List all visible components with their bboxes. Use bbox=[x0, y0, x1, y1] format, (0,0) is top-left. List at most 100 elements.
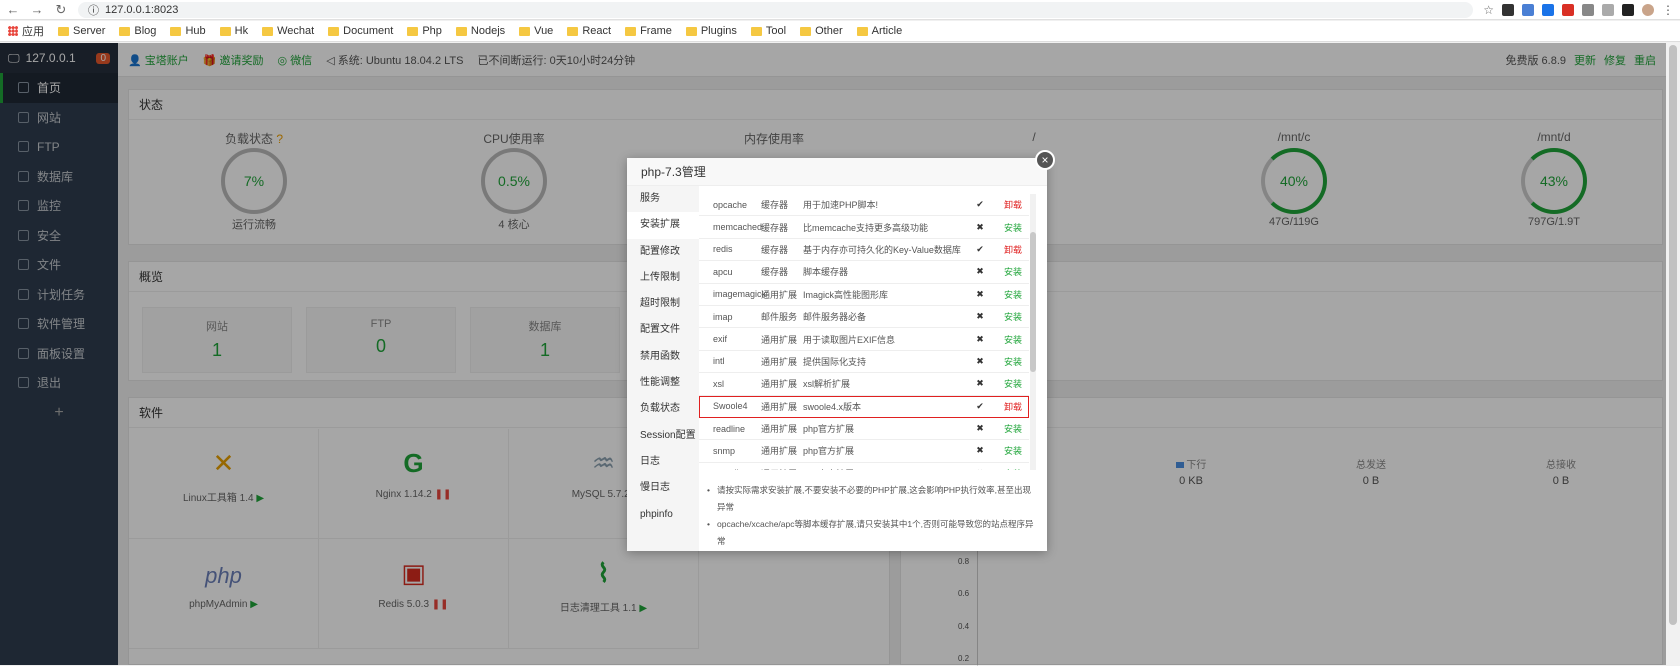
page-scrollbar[interactable] bbox=[1666, 43, 1680, 665]
folder-icon bbox=[262, 26, 274, 36]
cross-icon: ✖ bbox=[976, 378, 984, 389]
install-button[interactable]: 安装 bbox=[997, 422, 1029, 435]
bookmark-folder[interactable]: Other bbox=[800, 25, 843, 37]
menu-item-service[interactable]: 服务 bbox=[627, 186, 699, 212]
bookmark-folder[interactable]: Hub bbox=[170, 25, 206, 37]
install-button[interactable]: 安装 bbox=[997, 467, 1029, 470]
bookmark-folder[interactable]: Wechat bbox=[262, 25, 314, 37]
menu-item-phpinfo[interactable]: phpinfo bbox=[627, 502, 699, 528]
ext-type: 缓存器 bbox=[761, 200, 789, 211]
folder-icon bbox=[800, 26, 812, 36]
dialog-notes: 请按实际需求安装扩展,不要安装不必要的PHP扩展,这会影响PHP执行效率,甚至出… bbox=[707, 482, 1037, 550]
bookmark-folder[interactable]: Php bbox=[407, 25, 442, 37]
close-icon[interactable]: × bbox=[1035, 150, 1055, 170]
menu-item-slow-log[interactable]: 慢日志 bbox=[627, 475, 699, 501]
install-button[interactable]: 安装 bbox=[997, 221, 1029, 234]
install-button[interactable]: 安装 bbox=[997, 444, 1029, 457]
address-bar[interactable]: ⓘ 127.0.0.1:8023 bbox=[78, 1, 1474, 18]
menu-item-upload-limit[interactable]: 上传限制 bbox=[627, 265, 699, 291]
folder-icon bbox=[407, 26, 419, 36]
bookmark-folder[interactable]: Tool bbox=[750, 25, 786, 37]
menu-item-timeout[interactable]: 超时限制 bbox=[627, 291, 699, 317]
menu-item-config-file[interactable]: 配置文件 bbox=[627, 317, 699, 343]
ext-desc: 邮件服务器必备 bbox=[803, 312, 867, 323]
bookmark-folder[interactable]: Frame bbox=[625, 25, 672, 37]
table-row: Swoole4 通用扩展 swoole4.x版本 ✔ 卸载 bbox=[699, 395, 1029, 418]
forward-icon[interactable]: → bbox=[30, 2, 44, 17]
table-row: mysqli通用扩展php官方扩展✖安装 bbox=[699, 463, 1029, 470]
ext-name: snmp bbox=[713, 445, 736, 456]
folder-icon bbox=[58, 26, 69, 36]
scroll-thumb[interactable] bbox=[1030, 232, 1036, 372]
ext-type: 通用扩展 bbox=[761, 401, 798, 412]
bookmark-apps[interactable]: 应用 bbox=[8, 23, 44, 39]
uninstall-button[interactable]: 卸载 bbox=[997, 400, 1029, 413]
bookmark-folder[interactable]: Article bbox=[856, 25, 902, 37]
scroll-thumb[interactable] bbox=[1669, 45, 1677, 625]
extension-icon[interactable] bbox=[1602, 3, 1614, 16]
folder-icon bbox=[625, 26, 637, 36]
ext-type: 缓存器 bbox=[761, 267, 789, 278]
folder-icon bbox=[519, 26, 531, 36]
reload-icon[interactable]: ↻ bbox=[54, 2, 68, 18]
menu-item-load-status[interactable]: 负载状态 bbox=[627, 396, 699, 422]
install-button[interactable]: 安装 bbox=[997, 333, 1029, 346]
menu-item-config[interactable]: 配置修改 bbox=[627, 239, 699, 265]
extension-icon[interactable] bbox=[1542, 3, 1554, 16]
note-item: 请按实际需求安装扩展,不要安装不必要的PHP扩展,这会影响PHP执行效率,甚至出… bbox=[707, 482, 1037, 516]
star-icon[interactable]: ☆ bbox=[1483, 3, 1494, 17]
bookmark-folder[interactable]: Hk bbox=[219, 25, 248, 37]
folder-icon bbox=[219, 26, 231, 36]
install-button[interactable]: 安装 bbox=[997, 377, 1029, 390]
uninstall-button[interactable]: 卸载 bbox=[997, 198, 1029, 211]
extension-icon[interactable] bbox=[1622, 3, 1634, 16]
ext-type: 通用扩展 bbox=[761, 467, 803, 470]
menu-item-log[interactable]: 日志 bbox=[627, 449, 699, 475]
address-text: 127.0.0.1:8023 bbox=[105, 3, 179, 16]
extension-icon[interactable] bbox=[1562, 3, 1574, 16]
install-button[interactable]: 安装 bbox=[997, 265, 1029, 278]
install-button[interactable]: 安装 bbox=[997, 288, 1029, 301]
menu-item-disabled-functions[interactable]: 禁用函数 bbox=[627, 344, 699, 370]
table-row: xsl 通用扩展 xsl解析扩展 ✖ 安装 bbox=[699, 373, 1029, 396]
folder-icon bbox=[328, 26, 340, 36]
ext-name: imap bbox=[713, 311, 733, 322]
dialog-menu: 服务 安装扩展 配置修改 上传限制 超时限制 配置文件 禁用函数 性能调整 负载… bbox=[627, 186, 699, 551]
bookmark-folder[interactable]: Document bbox=[328, 25, 393, 37]
check-icon: ✔ bbox=[976, 243, 984, 254]
menu-item-session[interactable]: Session配置 bbox=[627, 423, 699, 449]
bookmark-folder[interactable]: Plugins bbox=[685, 25, 737, 37]
browser-toolbar: ← → ↻ ⓘ 127.0.0.1:8023 ☆ ⋮ bbox=[0, 0, 1680, 20]
extension-icon[interactable] bbox=[1522, 3, 1534, 16]
cross-icon: ✖ bbox=[976, 445, 984, 456]
menu-icon[interactable]: ⋮ bbox=[1662, 3, 1674, 17]
folder-icon bbox=[856, 26, 868, 36]
table-scrollbar[interactable] bbox=[1030, 194, 1036, 470]
bookmark-folder[interactable]: Vue bbox=[519, 25, 553, 37]
bookmark-folder[interactable]: React bbox=[567, 25, 611, 37]
menu-item-extensions[interactable]: 安装扩展 bbox=[627, 212, 699, 239]
extensions-table: opcache 缓存器 用于加速PHP脚本! ✔ 卸载 memcached 缓存器 比memc… bbox=[699, 194, 1029, 470]
back-icon[interactable]: ← bbox=[6, 2, 20, 17]
ext-desc: Imagick高性能图形库 bbox=[803, 289, 889, 300]
ext-name: imagemagick bbox=[713, 289, 767, 300]
ext-name: apcu bbox=[713, 266, 733, 277]
extension-icon[interactable] bbox=[1582, 3, 1594, 16]
install-button[interactable]: 安装 bbox=[997, 355, 1029, 368]
menu-item-performance[interactable]: 性能调整 bbox=[627, 370, 699, 396]
cross-icon: ✖ bbox=[963, 468, 997, 470]
table-row: snmp 通用扩展 php官方扩展 ✖ 安装 bbox=[699, 440, 1029, 463]
extension-icon[interactable] bbox=[1502, 3, 1514, 16]
avatar[interactable] bbox=[1642, 3, 1654, 16]
table-row: opcache 缓存器 用于加速PHP脚本! ✔ 卸载 bbox=[699, 194, 1029, 217]
folder-icon bbox=[750, 26, 762, 36]
bookmark-folder[interactable]: Server bbox=[58, 25, 105, 37]
folder-icon bbox=[119, 26, 131, 36]
uninstall-button[interactable]: 卸载 bbox=[997, 243, 1029, 256]
install-button[interactable]: 安装 bbox=[997, 310, 1029, 323]
ext-desc: 用于读取图片EXIF信息 bbox=[803, 334, 896, 345]
bookmark-folder[interactable]: Blog bbox=[119, 25, 156, 37]
bookmark-folder[interactable]: Nodejs bbox=[455, 25, 505, 37]
ext-desc: php官方扩展 bbox=[803, 424, 855, 435]
ext-type: 缓存器 bbox=[761, 244, 789, 255]
